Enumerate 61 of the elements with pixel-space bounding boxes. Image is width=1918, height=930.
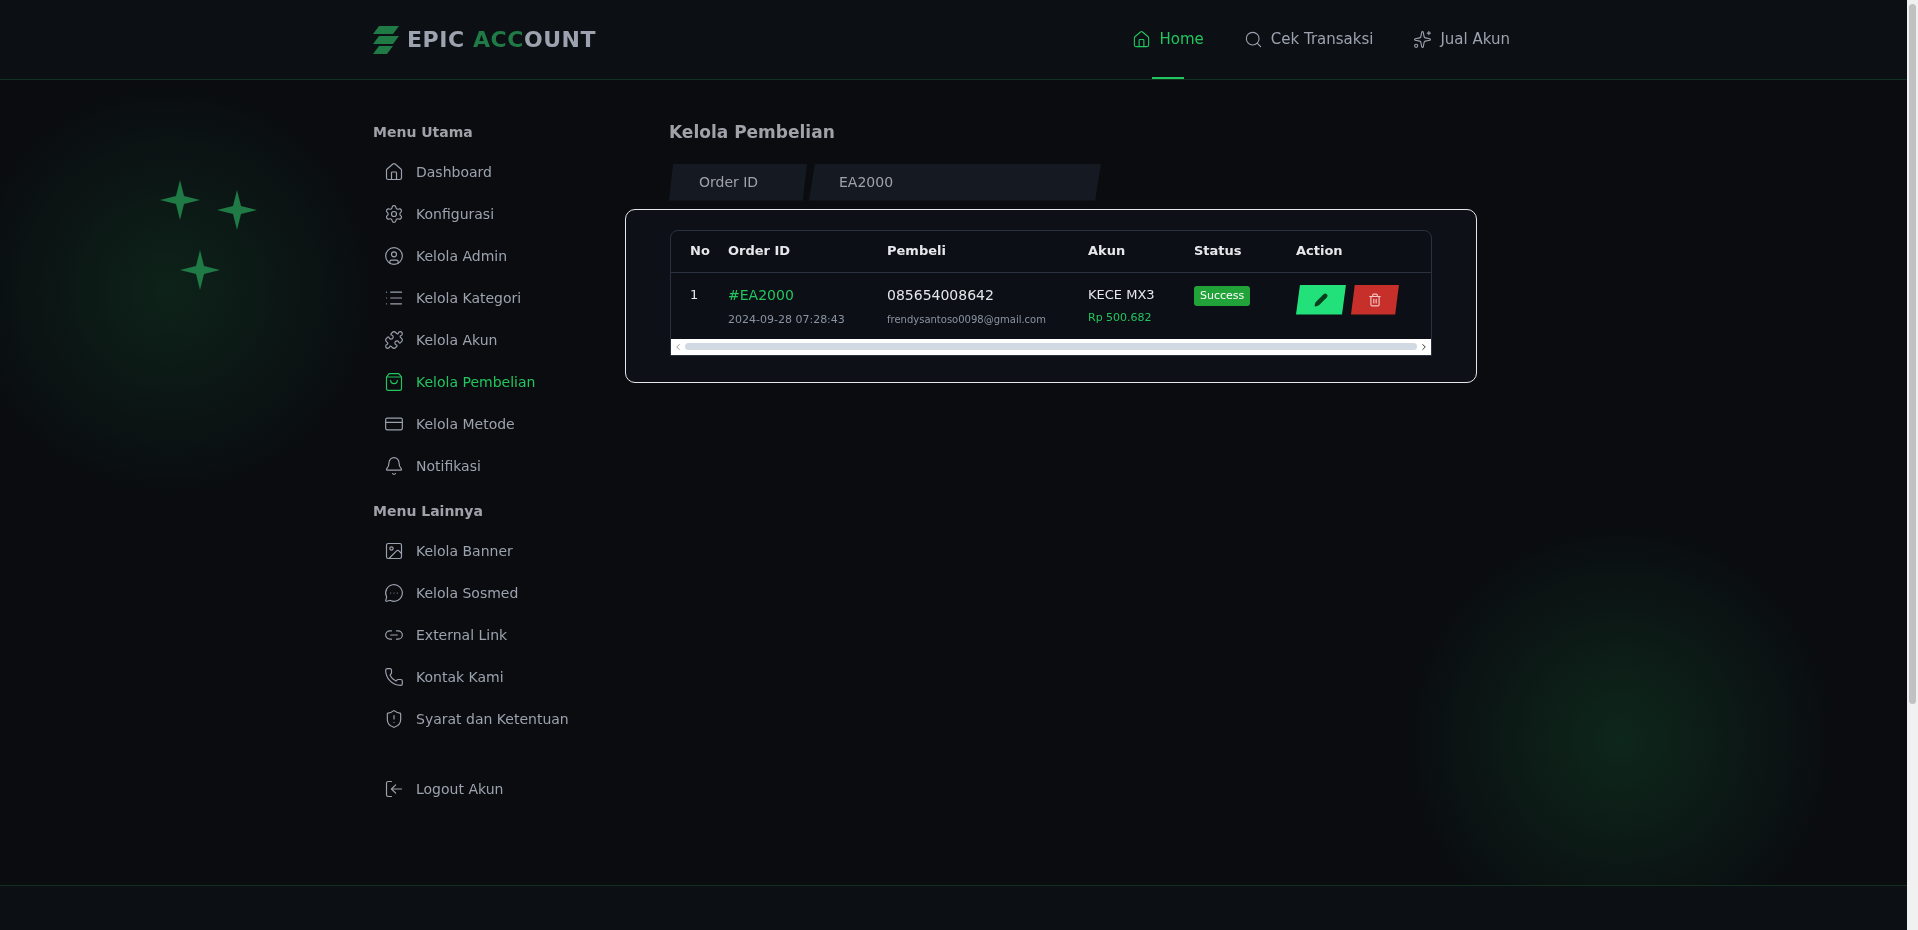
sidebar-item[interactable]: Konfigurasi (373, 193, 495, 235)
column-header: No (690, 243, 710, 259)
column-header: Status (1194, 243, 1242, 259)
settings-icon (384, 204, 404, 224)
sidebar-item[interactable]: External Link (373, 614, 508, 656)
sidebar-section-title: Menu Lainnya (373, 502, 484, 521)
logo-text: EPIC ACCOUNT (407, 26, 597, 54)
order-id-link[interactable]: #EA2000 (728, 284, 794, 306)
shield-icon (384, 709, 404, 729)
trash-icon (1368, 292, 1382, 307)
sidebar-item[interactable]: Kelola Sosmed (373, 572, 519, 614)
image-icon (384, 541, 404, 561)
buyer-phone: 085654008642 (887, 285, 994, 305)
edit-button[interactable] (1296, 284, 1346, 315)
order-date: 2024-09-28 07:28:43 (728, 311, 845, 328)
horizontal-scrollbar[interactable] (671, 338, 1431, 355)
search-icon (1243, 30, 1263, 49)
sidebar-item[interactable]: Kelola Akun (373, 319, 498, 361)
logo-icon (373, 25, 399, 54)
filter-label: Order ID (669, 163, 807, 201)
status-badge: Success (1194, 285, 1251, 306)
logout-icon (384, 779, 404, 799)
nav-link[interactable]: Jual Akun (1413, 0, 1510, 79)
sidebar-item[interactable]: Dashboard (373, 151, 492, 193)
account-name: KECE MX3 (1088, 285, 1155, 304)
table-cell: 1 (690, 286, 699, 302)
sidebar-item[interactable]: Kelola Pembelian (373, 361, 536, 403)
page-title: Kelola Pembelian (669, 121, 835, 144)
logout-link[interactable]: Logout Akun (373, 768, 504, 810)
bell-icon (384, 456, 404, 476)
chat-icon (384, 583, 404, 603)
home-icon (384, 162, 404, 182)
column-header: Order ID (728, 243, 791, 259)
buyer-email: frendysantoso0098@gmail.com (887, 312, 1046, 327)
sidebar-item[interactable]: Kelola Banner (373, 530, 513, 572)
column-header: Pembeli (887, 243, 946, 259)
sparkles-icon (1413, 30, 1433, 49)
shopping-bag-icon (384, 372, 404, 392)
phone-icon (384, 667, 404, 687)
sidebar-item[interactable]: Kelola Metode (373, 403, 515, 445)
sidebar-item[interactable]: Notifikasi (373, 445, 481, 487)
sidebar-item[interactable]: Kelola Kategori (373, 277, 522, 319)
nav-link[interactable]: Home (1132, 0, 1204, 79)
active-underline (1152, 77, 1184, 79)
nav-link[interactable]: Cek Transaksi (1243, 0, 1374, 79)
sidebar-item[interactable]: Kelola Admin (373, 235, 508, 277)
sidebar-section-title: Menu Utama (373, 123, 474, 142)
user-icon (384, 246, 404, 266)
home-icon (1132, 30, 1152, 49)
order-id-field[interactable]: EA2000 (809, 163, 1101, 201)
delete-button[interactable] (1351, 284, 1399, 315)
puzzle-icon (384, 330, 404, 350)
pencil-icon (1314, 292, 1328, 307)
scroll-right-icon (1419, 341, 1429, 352)
column-header: Action (1296, 243, 1343, 259)
sidebar-item[interactable]: Syarat dan Ketentuan (373, 698, 569, 740)
page-scrollbar[interactable] (1907, 0, 1918, 930)
scroll-left-icon (673, 341, 683, 352)
account-price: Rp 500.682 (1088, 310, 1152, 326)
column-header: Akun (1088, 243, 1126, 259)
sidebar-item[interactable]: Kontak Kami (373, 656, 504, 698)
